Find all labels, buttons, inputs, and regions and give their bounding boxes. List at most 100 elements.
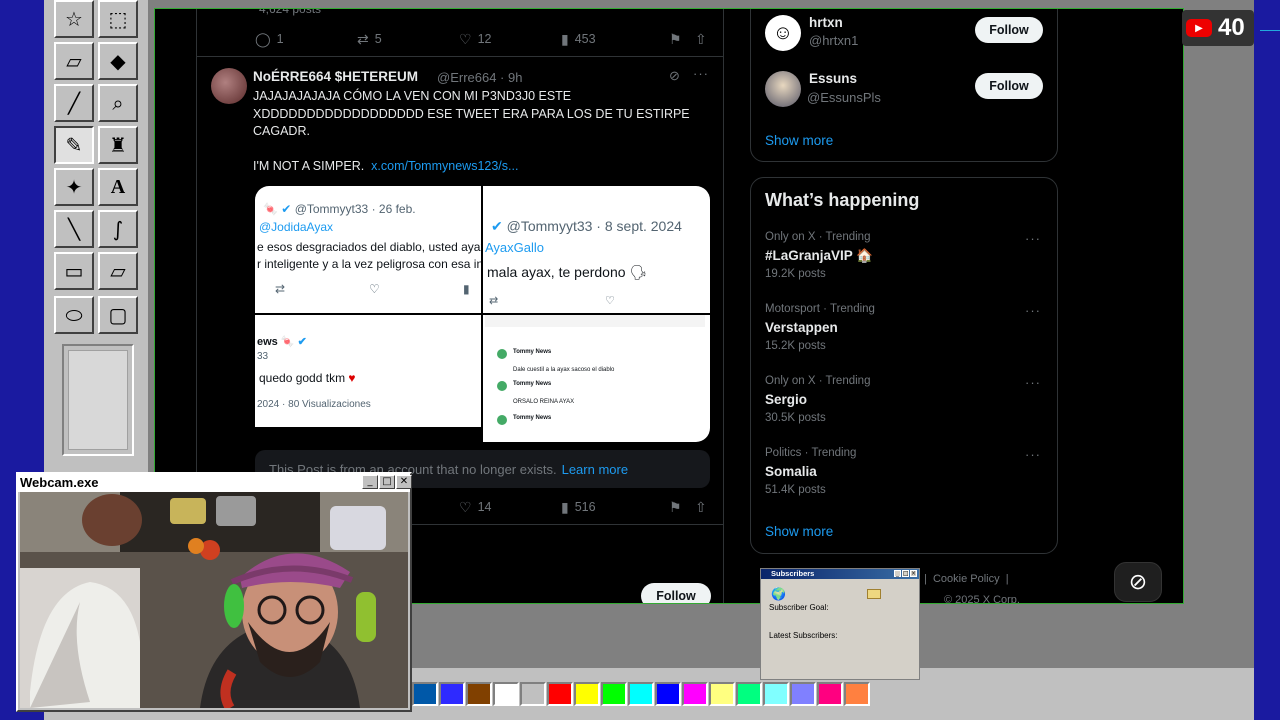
color-swatch[interactable] xyxy=(763,682,789,706)
magnifier-icon[interactable]: ⌕ xyxy=(98,84,138,122)
bookmark-button[interactable]: ⚑ xyxy=(669,499,682,516)
who-name[interactable]: Essuns xyxy=(809,71,857,86)
avatar[interactable]: ☺ xyxy=(765,15,801,51)
heart-icon: ♡ xyxy=(605,295,615,307)
top-post-count: 4,624 posts xyxy=(259,8,322,16)
color-swatch[interactable] xyxy=(547,682,573,706)
who-handle[interactable]: @hrtxn1 xyxy=(809,33,858,48)
more-options-icon[interactable]: ··· xyxy=(1025,375,1041,390)
follow-button[interactable]: Follow xyxy=(975,73,1043,99)
more-options-icon[interactable]: ··· xyxy=(1025,231,1041,246)
share-button[interactable]: ⇧ xyxy=(695,31,707,48)
color-swatch[interactable] xyxy=(790,682,816,706)
views-button[interactable]: ▮ 453 xyxy=(561,31,596,48)
webcam-image xyxy=(20,492,408,708)
post-actions: ♡ 14 ▮ 516 ⚑ ⇧ xyxy=(459,498,719,516)
who-name[interactable]: hrtxn xyxy=(809,15,843,30)
show-more-link[interactable]: Show more xyxy=(765,524,833,539)
like-button[interactable]: ♡ 12 xyxy=(459,31,491,48)
media-cell[interactable]: ✔ @Tommyyt33 · 8 sept. 2024 AyaxGallo ma… xyxy=(483,186,710,313)
color-picker-icon[interactable]: ╱ xyxy=(54,84,94,122)
like-button[interactable]: ♡ 14 xyxy=(459,499,491,516)
close-button[interactable]: × xyxy=(910,570,917,577)
follow-button[interactable]: Follow xyxy=(975,17,1043,43)
color-swatch[interactable] xyxy=(520,682,546,706)
airbrush-icon[interactable]: ✦ xyxy=(54,168,94,206)
who-handle[interactable]: @EssunsPls xyxy=(807,90,881,105)
eraser-icon[interactable]: ▱ xyxy=(54,42,94,80)
color-swatch[interactable] xyxy=(682,682,708,706)
bookmark-button[interactable]: ⚑ xyxy=(669,31,682,48)
grok-icon: ⊘ xyxy=(1128,569,1148,594)
more-options-icon[interactable]: ··· xyxy=(1025,447,1041,462)
media-meta: 2024 · 80 Visualizaciones xyxy=(257,399,371,410)
post-text-line: CAGADR. xyxy=(253,124,310,138)
views-button[interactable]: ▮ 516 xyxy=(561,499,596,516)
learn-more-link[interactable]: Learn more xyxy=(562,462,628,477)
color-swatch[interactable] xyxy=(709,682,735,706)
rounded-rect-tool-icon[interactable]: ▢ xyxy=(98,296,138,334)
color-swatch[interactable] xyxy=(601,682,627,706)
rectangle-tool-icon[interactable]: ▭ xyxy=(54,252,94,290)
more-options-icon[interactable]: ··· xyxy=(1025,303,1041,318)
post-media-grid[interactable]: 🍬 ✔ @Tommyyt33 · 26 feb. @JodidaAyax e e… xyxy=(255,186,710,442)
fill-bucket-icon[interactable]: ◆ xyxy=(98,42,138,80)
share-button[interactable]: ⇧ xyxy=(695,499,707,516)
maximize-button[interactable]: □ xyxy=(379,475,395,489)
post-link[interactable]: x.com/Tommynews123/s... xyxy=(371,159,518,173)
color-swatch[interactable] xyxy=(439,682,465,706)
avatar[interactable] xyxy=(765,71,801,107)
media-cell[interactable]: Tommy News Dale cuestil a la ayax sacoso… xyxy=(483,315,710,442)
post-author-handle[interactable]: @Erre664 · 9h xyxy=(437,70,522,85)
grok-icon[interactable]: ⊘ xyxy=(669,68,680,84)
maximize-button[interactable]: □ xyxy=(902,570,909,577)
cookie-policy-link[interactable]: Cookie Policy xyxy=(933,573,1000,585)
who-to-follow-panel: ☺ hrtxn @hrtxn1 Follow Essuns @EssunsPls… xyxy=(750,8,1058,162)
copyright-text: © 2025 X Corp. xyxy=(944,594,1020,604)
brush-icon[interactable]: ♜ xyxy=(98,126,138,164)
youtube-subscriber-counter: ▶ 40 xyxy=(1182,10,1254,46)
free-select-icon[interactable]: ☆ xyxy=(54,0,94,38)
color-swatch[interactable] xyxy=(412,682,438,706)
line-tool-icon[interactable]: ╲ xyxy=(54,210,94,248)
whats-happening-panel: What’s happening Only on X · Trending #L… xyxy=(750,177,1058,554)
color-swatch[interactable] xyxy=(736,682,762,706)
color-swatch[interactable] xyxy=(655,682,681,706)
panel-title: What’s happening xyxy=(765,190,920,210)
bookmark-icon: ⚑ xyxy=(669,498,682,515)
color-swatch[interactable] xyxy=(628,682,654,706)
more-options-icon[interactable]: ··· xyxy=(693,66,709,81)
tool-options-box[interactable] xyxy=(62,344,134,456)
color-swatch[interactable] xyxy=(844,682,870,706)
text-tool-icon[interactable]: A xyxy=(98,168,138,206)
media-text: r inteligente y a la vez peligrosa con e… xyxy=(257,257,481,271)
show-more-link[interactable]: Show more xyxy=(765,133,833,148)
color-swatch[interactable] xyxy=(817,682,843,706)
media-cell[interactable]: ews 🍬 ✔ 33 quedo godd tkm ♥ 2024 · 80 Vi… xyxy=(255,315,481,427)
views-count: 453 xyxy=(574,32,596,46)
polygon-tool-icon[interactable]: ▱ xyxy=(98,252,138,290)
post-text-line: JAJAJAJAJAJA CÓMO LA VEN CON MI P3ND3J0 … xyxy=(253,89,572,103)
grok-button[interactable]: ⊘ xyxy=(1114,562,1162,602)
minimize-button[interactable]: _ xyxy=(362,475,378,489)
pencil-icon[interactable]: ✎ xyxy=(54,126,94,164)
close-button[interactable]: ✕ xyxy=(396,475,412,489)
views-icon: ▮ xyxy=(561,30,569,47)
rect-select-icon[interactable]: ⬚ xyxy=(98,0,138,38)
folder-icon xyxy=(867,589,881,599)
color-swatch[interactable] xyxy=(574,682,600,706)
share-icon: ⇧ xyxy=(695,30,707,47)
reply-button[interactable]: ◯ 1 xyxy=(255,31,284,48)
color-palette xyxy=(412,682,871,708)
media-cell[interactable]: 🍬 ✔ @Tommyyt33 · 26 feb. @JodidaAyax e e… xyxy=(255,186,481,313)
post-author-name[interactable]: NoÉRRE664 $HETEREUM xyxy=(253,69,418,84)
curve-tool-icon[interactable]: ∫ xyxy=(98,210,138,248)
follow-button[interactable]: Follow xyxy=(641,583,711,604)
ellipse-tool-icon[interactable]: ⬭ xyxy=(54,296,94,334)
color-swatch[interactable] xyxy=(466,682,492,706)
webcam-feed xyxy=(20,492,408,708)
minimize-button[interactable]: _ xyxy=(894,570,901,577)
color-swatch[interactable] xyxy=(493,682,519,706)
avatar[interactable] xyxy=(211,68,247,104)
repost-button[interactable]: ⇄ 5 xyxy=(357,31,382,48)
